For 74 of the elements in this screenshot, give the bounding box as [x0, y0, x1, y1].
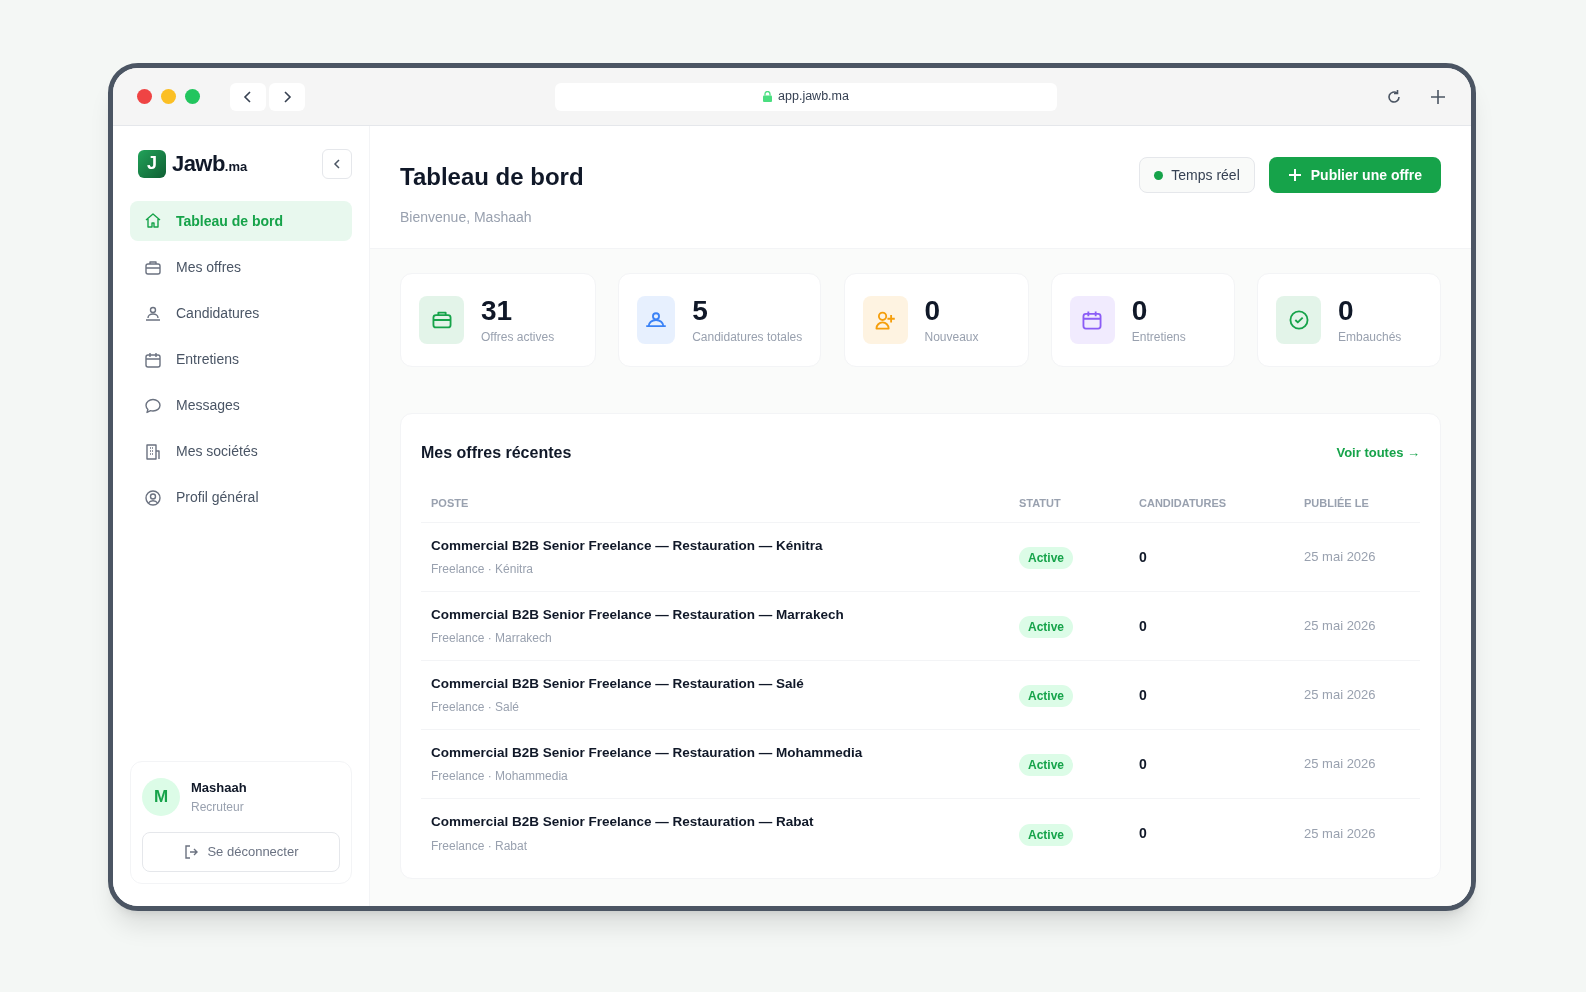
status-badge: Active	[1019, 616, 1074, 638]
back-button[interactable]	[230, 82, 266, 111]
stat-value: 5	[692, 294, 709, 328]
page-title: Tableau de bord	[400, 162, 584, 192]
stat-label: Candidatures totales	[692, 329, 803, 346]
url-text: app.jawb.ma	[778, 88, 849, 106]
status-badge: Active	[1019, 547, 1074, 569]
building-icon	[144, 442, 162, 461]
stat-value: 0	[1131, 294, 1149, 328]
logo-mark: J	[138, 149, 166, 178]
user-name: Mashaah	[191, 779, 247, 798]
column-header: CANDIDATURES	[1139, 496, 1228, 512]
column-header: POSTE	[431, 496, 470, 512]
offer-meta: Freelance · Salé	[431, 699, 521, 717]
reload-icon[interactable]	[1385, 87, 1403, 106]
offer-title[interactable]: Commercial B2B Senior Freelance — Restauration — Mohammedia	[431, 742, 1019, 764]
section-title: Mes offres récentes	[421, 443, 572, 463]
table-cell-text: 25 mai 2026	[1304, 617, 1377, 636]
stat-value: 31	[481, 294, 514, 328]
chat-icon	[144, 396, 162, 415]
person-icon	[144, 304, 162, 323]
nav-item[interactable]: Mes sociétés	[130, 432, 352, 471]
nav-item[interactable]: Messages	[130, 386, 352, 425]
home-icon	[144, 212, 162, 230]
offer-meta: Freelance · Mohammedia	[431, 768, 569, 786]
logout-button[interactable]: Se déconnecter	[142, 832, 340, 872]
brand-name: Jawb	[172, 150, 225, 178]
offer-title[interactable]: Commercial B2B Senior Freelance — Restauration — Salé	[431, 673, 1019, 695]
offer-meta: Freelance · Kénitra	[431, 561, 535, 579]
table-cell-text: 25 mai 2026	[1304, 686, 1377, 705]
new-tab-icon[interactable]	[1429, 87, 1447, 106]
briefcase-icon	[144, 258, 162, 277]
plus-icon	[1287, 168, 1302, 182]
table-cell-text: 25 mai 2026	[1304, 824, 1377, 843]
table-cell-text: 0	[1139, 754, 1148, 774]
offer-title[interactable]: Commercial B2B Senior Freelance — Restauration — Rabat	[431, 812, 1019, 833]
logout-icon	[183, 844, 200, 860]
status-badge: Active	[1019, 754, 1074, 776]
lock-icon	[763, 91, 773, 102]
column-header: STATUT	[1019, 496, 1062, 512]
stat-label: Entretiens	[1131, 329, 1186, 346]
chevron-left-icon	[331, 157, 343, 170]
table-cell-text: 0	[1139, 547, 1148, 567]
stat-label: Embauchés	[1338, 329, 1402, 346]
nav-item[interactable]: Entretiens	[130, 340, 352, 379]
user-role: Recruteur	[191, 798, 245, 816]
status-badge: Active	[1019, 685, 1074, 707]
live-button[interactable]: Temps réel	[1139, 157, 1255, 193]
nav-item[interactable]: Mes offres	[130, 248, 352, 287]
status-badge: Active	[1019, 823, 1074, 846]
offer-meta: Freelance · Rabat	[431, 837, 529, 855]
stat-value: 0	[1338, 294, 1355, 328]
stat-label: Offres actives	[481, 329, 555, 346]
stat-label: Nouveaux	[924, 329, 979, 346]
forward-button[interactable]	[269, 82, 305, 111]
page-subtitle: Bienvenue, Mashaah	[400, 208, 533, 227]
user-circle-icon	[144, 488, 162, 507]
table-cell-text: 0	[1139, 685, 1148, 705]
address-bar[interactable]: app.jawb.ma	[555, 82, 1057, 111]
collapse-button[interactable]	[322, 148, 352, 179]
calendar-icon	[144, 350, 162, 369]
stat-value: 0	[924, 294, 942, 328]
avatar: M	[142, 778, 180, 816]
nav-item[interactable]: Candidatures	[130, 294, 352, 333]
table-cell-text: 0	[1139, 824, 1148, 843]
offer-title[interactable]: Commercial B2B Senior Freelance — Restauration — Kénitra	[431, 535, 1019, 557]
column-header: PUBLIÉE LE	[1304, 496, 1370, 512]
offer-title[interactable]: Commercial B2B Senior Freelance — Restauration — Marrakech	[431, 604, 1019, 626]
offer-meta: Freelance · Marrakech	[431, 630, 553, 648]
table-cell-text: 25 mai 2026	[1304, 548, 1377, 567]
brand-suffix: .ma	[224, 159, 248, 176]
table-cell-text: 25 mai 2026	[1304, 755, 1377, 774]
table-cell-text: 0	[1139, 616, 1148, 636]
nav-item[interactable]: Profil général	[130, 478, 352, 517]
